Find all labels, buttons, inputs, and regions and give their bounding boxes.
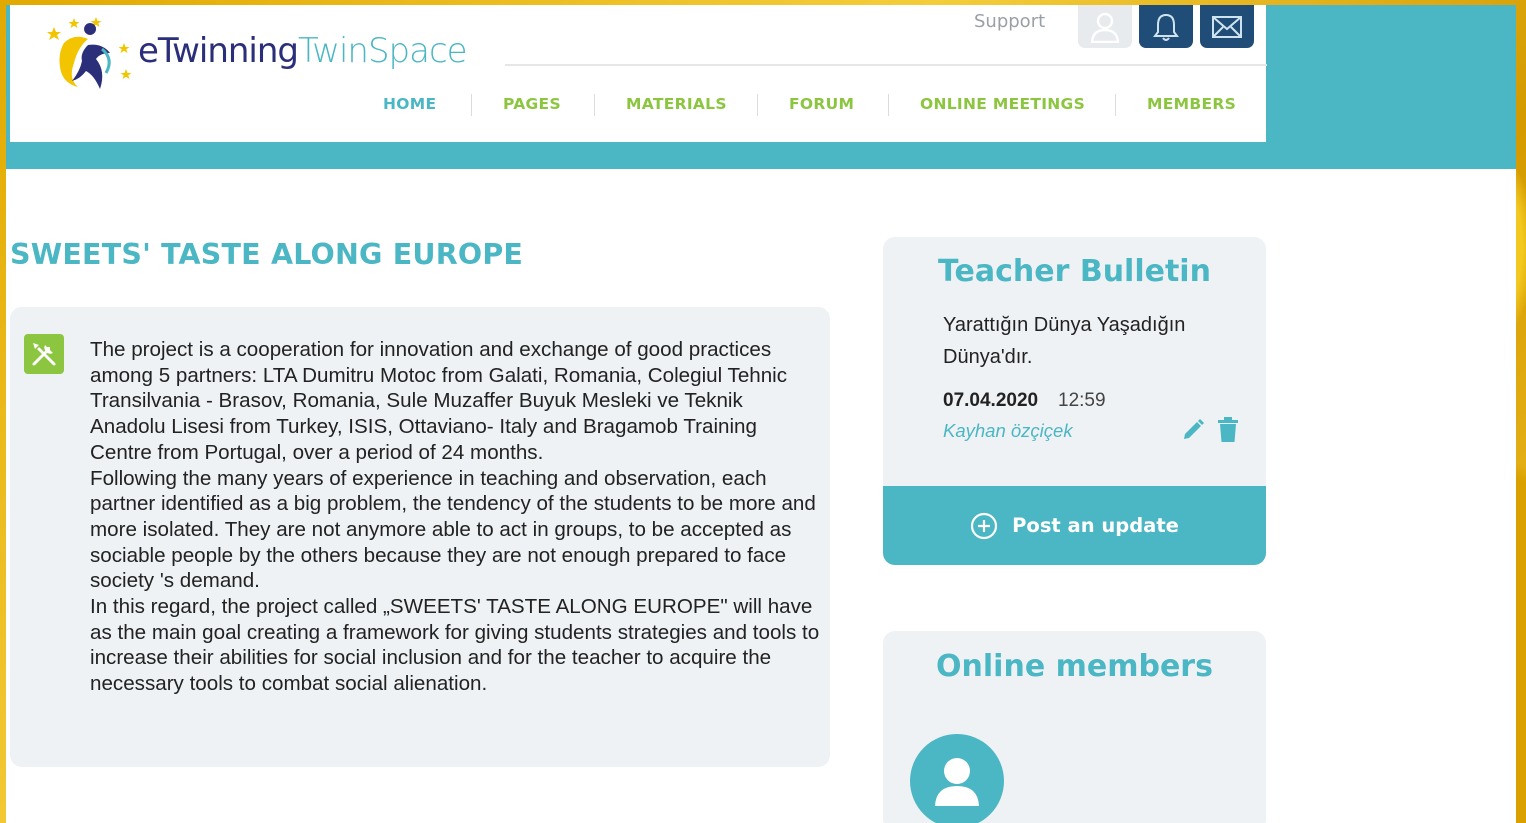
project-description-card: The project is a cooperation for innovat…: [10, 307, 830, 767]
plus-circle-icon: [971, 512, 998, 539]
bulletin-title: Teacher Bulletin: [938, 254, 1211, 289]
description-paragraph: In this regard, the project called „SWEE…: [90, 595, 820, 696]
page-title: SWEETS' TASTE ALONG EUROPE: [10, 238, 524, 271]
online-members-title: Online members: [936, 649, 1213, 684]
logo-twinning: Twinning: [157, 31, 299, 71]
user-icon: [1090, 12, 1120, 43]
bell-icon: [1153, 13, 1179, 41]
header-divider: [505, 64, 1267, 66]
bulletin-date: 07.04.2020: [943, 390, 1039, 411]
description-paragraph: Following the many years of experience i…: [90, 466, 816, 593]
nav-separator: [757, 94, 758, 116]
bulletin-author-link[interactable]: Kayhan özçiçek: [943, 420, 1073, 442]
description-paragraph: Anadolu Lisesi from Turkey, ISIS, Ottavi…: [90, 415, 757, 464]
messages-button[interactable]: [1200, 5, 1254, 48]
post-update-button[interactable]: Post an update: [883, 486, 1266, 565]
bulletin-message: Yarattığın Dünya Yaşadığın Dünya'dır.: [943, 314, 1186, 368]
project-description: The project is a cooperation for innovat…: [90, 337, 820, 697]
nav-separator: [888, 94, 889, 116]
header: eTwinningTwinSpace Support HOME PAGES MA…: [10, 5, 1267, 142]
post-update-label: Post an update: [1012, 514, 1179, 537]
logo-text[interactable]: eTwinningTwinSpace: [138, 31, 468, 71]
nav-members[interactable]: MEMBERS: [1147, 95, 1236, 113]
logo-twinspace: TwinSpace: [298, 31, 468, 71]
user-icon: [935, 758, 979, 806]
page: eTwinningTwinSpace Support HOME PAGES MA…: [6, 5, 1516, 823]
nav-pages[interactable]: PAGES: [503, 95, 561, 113]
nav-materials[interactable]: MATERIALS: [626, 95, 727, 113]
mail-icon: [1212, 15, 1242, 38]
nav-separator: [471, 94, 472, 116]
user-button[interactable]: [1078, 5, 1132, 48]
etwinning-logo[interactable]: [44, 13, 134, 93]
tools-icon: [24, 334, 64, 374]
nav-separator: [594, 94, 595, 116]
notifications-button[interactable]: [1139, 5, 1193, 48]
description-paragraph: The project is a cooperation for innovat…: [90, 338, 788, 413]
nav-online-meetings[interactable]: ONLINE MEETINGS: [920, 95, 1085, 113]
avatar[interactable]: [910, 734, 1004, 823]
support-link[interactable]: Support: [974, 11, 1045, 32]
bulletin-time: 12:59: [1058, 390, 1106, 411]
nav-home[interactable]: HOME: [383, 95, 436, 113]
online-members-panel: Online members: [883, 631, 1266, 823]
logo-prefix: e: [138, 31, 159, 71]
pencil-icon[interactable]: [1181, 418, 1205, 442]
nav-forum[interactable]: FORUM: [789, 95, 854, 113]
trash-icon[interactable]: [1217, 417, 1239, 442]
teacher-bulletin: Teacher Bulletin Yarattığın Dünya Yaşadı…: [883, 237, 1266, 565]
nav-separator: [1115, 94, 1116, 116]
